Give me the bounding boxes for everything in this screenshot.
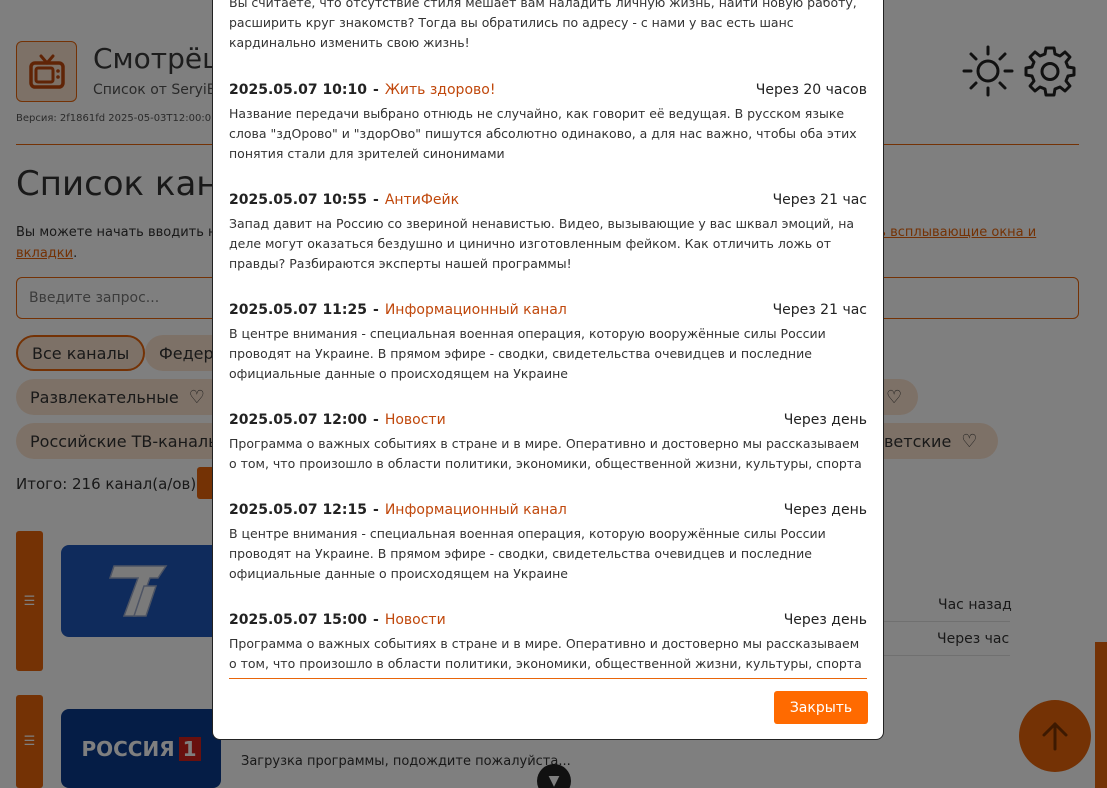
program-relative-time: Через день xyxy=(783,612,867,628)
program-item: 2025.05.07 10:55- АнтиФейк Через 21 час За… xyxy=(229,192,867,274)
program-time: 2025.05.07 15:00 xyxy=(229,612,368,628)
program-time: 2025.05.07 11:25 xyxy=(229,302,368,318)
program-relative-time: Через 21 час xyxy=(772,302,867,318)
program-description: В центре внимания - специальная военная … xyxy=(229,526,826,581)
program-description: Название передачи выбрано отнюдь не случ… xyxy=(229,106,857,161)
program-description: Программа о важных событиях в стране и в… xyxy=(229,436,862,471)
program-description: Программа о важных событиях в стране и в… xyxy=(229,636,862,671)
program-description-previous: Вы считаете, что отсутствие стиля мешает… xyxy=(229,0,857,50)
program-title[interactable]: Новости xyxy=(385,612,446,628)
program-item: 2025.05.07 10:10- Жить здорово! Через 20 ч… xyxy=(229,82,867,164)
program-modal: Вы считаете, что отсутствие стиля мешает… xyxy=(212,0,884,740)
program-title[interactable]: Жить здорово! xyxy=(385,82,496,98)
program-item: 2025.05.07 12:00- Новости Через день Прогр… xyxy=(229,412,867,474)
program-time: 2025.05.07 12:00 xyxy=(229,412,368,428)
program-item: 2025.05.07 11:25- Информационный канал Чер… xyxy=(229,302,867,384)
close-button[interactable]: Закрыть xyxy=(774,691,868,724)
program-relative-time: Через 20 часов xyxy=(755,82,867,98)
program-title[interactable]: АнтиФейк xyxy=(385,192,459,208)
program-relative-time: Через 21 час xyxy=(772,192,867,208)
program-description: Запад давит на Россию со звериной ненави… xyxy=(229,216,855,271)
program-list[interactable]: Вы считаете, что отсутствие стиля мешает… xyxy=(229,0,867,679)
program-time: 2025.05.07 10:55 xyxy=(229,192,368,208)
program-time: 2025.05.07 10:10 xyxy=(229,82,368,98)
program-item: 2025.05.07 12:15- Информационный канал Чер… xyxy=(229,502,867,584)
program-relative-time: Через день xyxy=(783,412,867,428)
program-description: В центре внимания - специальная военная … xyxy=(229,326,826,381)
program-item: 2025.05.07 15:00- Новости Через день Прогр… xyxy=(229,612,867,674)
program-title[interactable]: Новости xyxy=(385,412,446,428)
program-relative-time: Через день xyxy=(783,502,867,518)
program-title[interactable]: Информационный канал xyxy=(385,302,567,318)
program-time: 2025.05.07 12:15 xyxy=(229,502,368,518)
program-title[interactable]: Информационный канал xyxy=(385,502,567,518)
